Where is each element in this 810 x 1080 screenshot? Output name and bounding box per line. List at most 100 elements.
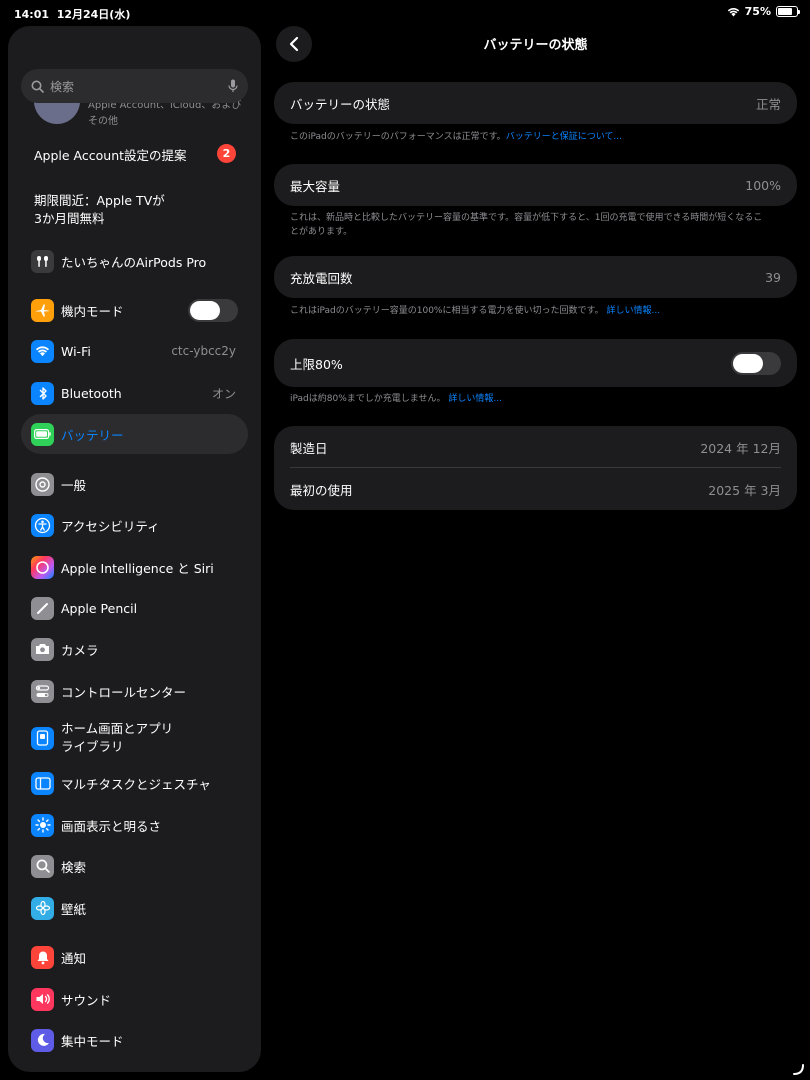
account-suggestion[interactable]: Apple Account設定の提案	[34, 145, 187, 164]
suggestion-badge: 2	[217, 144, 236, 163]
sidebar-item-label: 機内モード	[61, 303, 124, 319]
sidebar-item-apple-intelligence[interactable]: Apple Intelligence と Siri	[21, 547, 248, 587]
manufacture-date-value: 2024 年 12月	[700, 440, 781, 456]
first-use-row: 最初の使用 2025 年 3月	[290, 468, 781, 510]
sidebar-item-home-screen[interactable]: ホーム画面とアプリ ライブラリ	[21, 712, 248, 764]
sidebar-item-label-line1: ホーム画面とアプリ	[61, 721, 174, 736]
battery-status-icon	[776, 6, 800, 17]
sidebar-item-wallpaper[interactable]: 壁紙	[21, 888, 248, 928]
airpods-icon	[31, 249, 54, 273]
battery-icon	[31, 422, 54, 446]
sidebar-item-general[interactable]: 一般	[21, 464, 248, 504]
sidebar-item-label: 通知	[61, 950, 87, 966]
sidebar-item-focus[interactable]: 集中モード	[21, 1020, 248, 1060]
cycle-count-note: これはiPadのバッテリー容量の100%に相当する電力を使い切った回数です。 詳…	[290, 304, 770, 318]
account-subtitle-2: その他	[88, 116, 118, 127]
battery-health-row[interactable]: バッテリーの状態 正常	[290, 82, 781, 124]
notification-icon	[31, 945, 54, 969]
sidebar-item-label: 検索	[61, 859, 87, 875]
settings-sidebar: Apple Account、iCloud、および その他 検索 Apple Ac…	[8, 26, 261, 1072]
sidebar-item-airpods[interactable]: たいちゃんのAirPods Pro	[21, 241, 248, 281]
charge-limit-more-info-link[interactable]: 詳しい情報...	[448, 394, 502, 404]
max-capacity-label: 最大容量	[290, 178, 341, 194]
battery-percent: 75%	[744, 5, 771, 18]
wifi-network-value: ctc-ybcc2y	[171, 344, 236, 358]
wifi-icon	[31, 339, 54, 363]
bluetooth-value: オン	[211, 386, 236, 401]
sidebar-item-label: たいちゃんのAirPods Pro	[61, 254, 207, 270]
sidebar-item-sounds[interactable]: サウンド	[21, 979, 248, 1019]
cycle-count-card: 充放電回数 39	[274, 256, 797, 298]
gear-icon	[31, 472, 54, 496]
cycle-more-info-link[interactable]: 詳しい情報...	[606, 306, 660, 316]
battery-health-card: バッテリーの状態 正常	[274, 82, 797, 124]
airplane-mode-toggle[interactable]	[188, 298, 238, 322]
search-icon	[31, 854, 54, 878]
sidebar-item-airplane-mode[interactable]: 機内モード	[21, 290, 248, 330]
max-capacity-row: 最大容量 100%	[290, 164, 781, 206]
first-use-value: 2025 年 3月	[708, 482, 781, 498]
home-screen-icon	[31, 726, 54, 750]
cycle-count-value: 39	[765, 269, 781, 285]
manufacture-date-row: 製造日 2024 年 12月	[290, 426, 781, 468]
charge-limit-note: iPadは約80%までしか充電しません。 詳しい情報...	[290, 392, 770, 406]
sidebar-item-label: ホーム画面とアプリ ライブラリ	[61, 720, 173, 756]
sidebar-item-label: Apple Pencil	[61, 600, 138, 616]
resize-corner-icon[interactable]	[791, 1062, 805, 1076]
sidebar-item-apple-pencil[interactable]: Apple Pencil	[21, 588, 248, 628]
battery-warranty-link[interactable]: バッテリーと保証について...	[506, 132, 622, 142]
search-icon	[31, 80, 44, 93]
sidebar-item-bluetooth[interactable]: Bluetooth オン	[21, 373, 248, 413]
status-time: 14:01	[14, 8, 50, 21]
search-placeholder: 検索	[50, 79, 75, 94]
sidebar-item-display-brightness[interactable]: 画面表示と明るさ	[21, 805, 248, 845]
manufacture-date-label: 製造日	[290, 440, 328, 456]
sidebar-item-label: 画面表示と明るさ	[61, 818, 162, 834]
sidebar-item-multitasking[interactable]: マルチタスクとジェスチャ	[21, 763, 248, 803]
microphone-icon[interactable]	[228, 79, 238, 93]
sidebar-item-label: バッテリー	[61, 427, 124, 443]
promo-line-2[interactable]: 3か月間無料	[34, 208, 104, 227]
status-date: 12月24日(水)	[56, 8, 131, 21]
sidebar-item-label: 壁紙	[61, 901, 87, 917]
max-capacity-note: これは、新品時と比較したバッテリー容量の基準です。容量が低下すると、1回の充電で…	[290, 213, 763, 237]
first-use-label: 最初の使用	[290, 482, 353, 498]
promo-line-1[interactable]: 期限間近：Apple TVが	[34, 190, 165, 209]
camera-icon	[31, 637, 54, 661]
sidebar-item-control-center[interactable]: コントロールセンター	[21, 671, 248, 711]
sidebar-item-camera[interactable]: カメラ	[21, 629, 248, 669]
pencil-icon	[31, 596, 54, 620]
sidebar-item-label-line2: ライブラリ	[61, 739, 124, 754]
sound-icon	[31, 987, 54, 1011]
sidebar-item-battery[interactable]: バッテリー	[21, 414, 248, 454]
control-center-icon	[31, 679, 54, 703]
sidebar-item-label: 一般	[61, 477, 87, 493]
battery-health-label: バッテリーの状態	[290, 96, 391, 112]
sidebar-item-label: コントロールセンター	[61, 684, 187, 700]
sidebar-item-label: Bluetooth	[61, 385, 122, 401]
sidebar-item-search[interactable]: 検索	[21, 846, 248, 886]
battery-health-note-text: このiPadのバッテリーのパフォーマンスは正常です。	[290, 132, 506, 142]
sidebar-item-label: サウンド	[61, 992, 112, 1008]
battery-health-value: 正常	[755, 96, 781, 112]
sidebar-item-notifications[interactable]: 通知	[21, 937, 248, 977]
accessibility-icon	[31, 513, 54, 537]
sidebar-item-label: 集中モード	[61, 1033, 124, 1049]
max-capacity-card: 最大容量 100%	[274, 164, 797, 206]
airplane-icon	[31, 298, 54, 322]
dates-card: 製造日 2024 年 12月 最初の使用 2025 年 3月	[274, 426, 797, 510]
charge-limit-label: 上限80%	[290, 356, 343, 372]
sidebar-item-wifi[interactable]: Wi-Fi ctc-ybcc2y	[21, 331, 248, 371]
sidebar-item-label: アクセシビリティ	[61, 518, 160, 534]
search-field[interactable]: 検索	[21, 69, 248, 103]
wifi-status-icon	[727, 7, 739, 16]
sidebar-item-label: Wi-Fi	[61, 343, 91, 359]
focus-icon	[31, 1028, 54, 1052]
charge-limit-toggle[interactable]	[731, 351, 781, 375]
cycle-count-label: 充放電回数	[290, 270, 353, 286]
cycle-count-note-text: これはiPadのバッテリー容量の100%に相当する電力を使い切った回数です。	[290, 306, 604, 316]
siri-icon	[31, 555, 54, 579]
bluetooth-icon	[31, 381, 54, 405]
sidebar-item-label: マルチタスクとジェスチャ	[61, 776, 211, 792]
sidebar-item-accessibility[interactable]: アクセシビリティ	[21, 505, 248, 545]
